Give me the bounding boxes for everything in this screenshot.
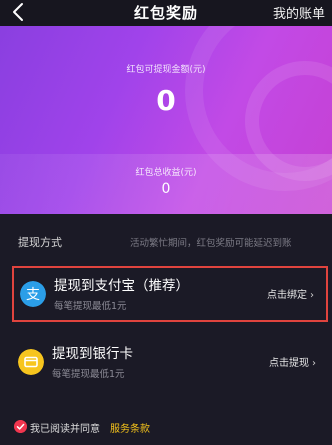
bind-action[interactable]: 点击绑定 › bbox=[267, 286, 314, 301]
svg-text:支: 支 bbox=[26, 287, 40, 303]
chevron-right-icon: › bbox=[310, 290, 314, 301]
alipay-icon: 支 bbox=[20, 281, 46, 307]
agreement-text: 我已阅读并同意 bbox=[30, 424, 100, 435]
action-label: 点击提现 bbox=[269, 358, 309, 369]
withdrawable-label: 红包可提现金额(元) bbox=[126, 65, 206, 75]
chevron-right-icon: › bbox=[312, 358, 316, 369]
withdraw-bank-option[interactable]: 提现到银行卡 每笔提现最低1元 点击提现 › bbox=[12, 336, 328, 392]
total-income-label: 红包总收益(元) bbox=[135, 168, 197, 178]
nav-bar: 红包奖励 我的账单 bbox=[0, 0, 332, 26]
bank-card-icon bbox=[18, 349, 44, 375]
withdraw-alipay-option[interactable]: 支 提现到支付宝（推荐） 每笔提现最低1元 点击绑定 › bbox=[12, 266, 328, 322]
method-subtitle: 每笔提现最低1元 bbox=[54, 301, 127, 312]
delay-notice: 活动繁忙期间，红包奖励可能延迟到账 bbox=[130, 238, 292, 249]
method-title: 提现到支付宝（推荐） bbox=[54, 278, 189, 294]
balance-card: 红包可提现金额(元) 0 红包总收益(元) 0 bbox=[0, 26, 332, 214]
total-income-amount: 0 bbox=[161, 181, 171, 197]
checked-checkbox-icon[interactable] bbox=[14, 420, 27, 433]
my-bill-link[interactable]: 我的账单 bbox=[273, 3, 325, 22]
action-label: 点击绑定 bbox=[267, 290, 307, 301]
method-subtitle: 每笔提现最低1元 bbox=[52, 369, 125, 380]
withdraw-action[interactable]: 点击提现 › bbox=[269, 354, 316, 369]
terms-link[interactable]: 服务条款 bbox=[110, 420, 150, 435]
method-title: 提现到银行卡 bbox=[52, 346, 133, 362]
withdrawable-amount: 0 bbox=[156, 84, 176, 117]
withdraw-method-title: 提现方式 bbox=[18, 236, 62, 249]
